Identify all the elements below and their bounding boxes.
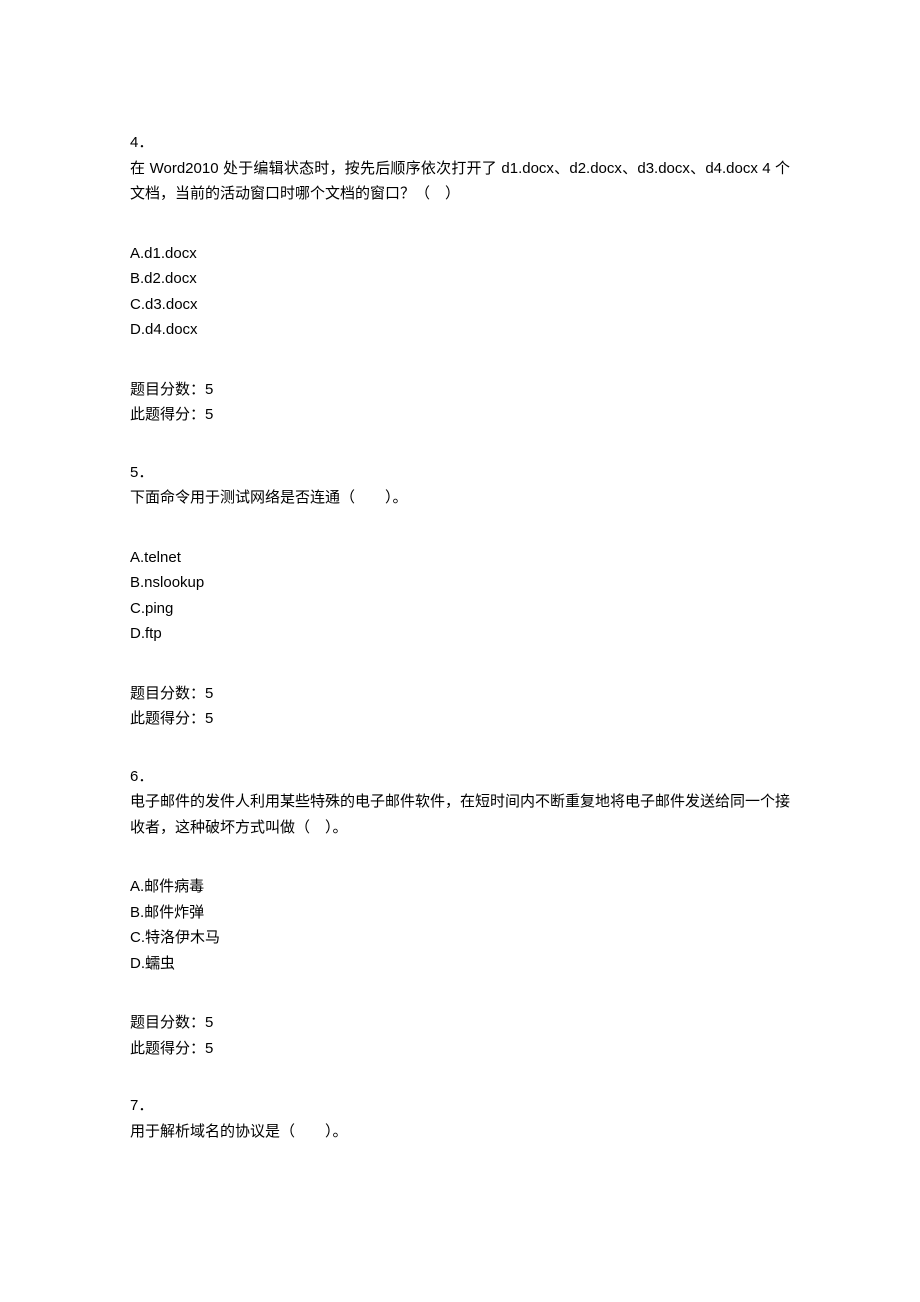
question-got: 此题得分：5 <box>130 402 790 428</box>
question-stem: 下面命令用于测试网络是否连通（ ）。 <box>130 485 790 511</box>
question-6: 6． 电子邮件的发件人利用某些特殊的电子邮件软件，在短时间内不断重复地将电子邮件… <box>130 764 790 1062</box>
question-number: 5． <box>130 460 790 486</box>
question-stem: 用于解析域名的协议是（ ）。 <box>130 1119 790 1145</box>
score-block: 题目分数：5 此题得分：5 <box>130 1010 790 1061</box>
question-stem: 电子邮件的发件人利用某些特殊的电子邮件软件，在短时间内不断重复地将电子邮件发送给… <box>130 789 790 840</box>
answer-options: A.d1.docx B.d2.docx C.d3.docx D.d4.docx <box>130 241 790 343</box>
score-block: 题目分数：5 此题得分：5 <box>130 681 790 732</box>
option-b: B.nslookup <box>130 570 790 596</box>
option-c: C.ping <box>130 596 790 622</box>
option-c: C.d3.docx <box>130 292 790 318</box>
question-4: 4． 在 Word2010 处于编辑状态时，按先后顺序依次打开了 d1.docx… <box>130 130 790 428</box>
question-number: 7． <box>130 1093 790 1119</box>
document-page: 4． 在 Word2010 处于编辑状态时，按先后顺序依次打开了 d1.docx… <box>0 0 920 1302</box>
question-got: 此题得分：5 <box>130 1036 790 1062</box>
score-block: 题目分数：5 此题得分：5 <box>130 377 790 428</box>
question-7: 7． 用于解析域名的协议是（ ）。 <box>130 1093 790 1144</box>
question-score: 题目分数：5 <box>130 681 790 707</box>
question-score: 题目分数：5 <box>130 1010 790 1036</box>
answer-options: A.邮件病毒 B.邮件炸弹 C.特洛伊木马 D.蠕虫 <box>130 874 790 976</box>
option-d: D.蠕虫 <box>130 951 790 977</box>
question-got: 此题得分：5 <box>130 706 790 732</box>
question-stem: 在 Word2010 处于编辑状态时，按先后顺序依次打开了 d1.docx、d2… <box>130 156 790 207</box>
option-a: A.邮件病毒 <box>130 874 790 900</box>
option-a: A.telnet <box>130 545 790 571</box>
question-score: 题目分数：5 <box>130 377 790 403</box>
option-c: C.特洛伊木马 <box>130 925 790 951</box>
option-d: D.d4.docx <box>130 317 790 343</box>
option-b: B.d2.docx <box>130 266 790 292</box>
question-number: 4． <box>130 130 790 156</box>
option-d: D.ftp <box>130 621 790 647</box>
option-b: B.邮件炸弹 <box>130 900 790 926</box>
option-a: A.d1.docx <box>130 241 790 267</box>
answer-options: A.telnet B.nslookup C.ping D.ftp <box>130 545 790 647</box>
question-number: 6． <box>130 764 790 790</box>
question-5: 5． 下面命令用于测试网络是否连通（ ）。 A.telnet B.nslooku… <box>130 460 790 732</box>
